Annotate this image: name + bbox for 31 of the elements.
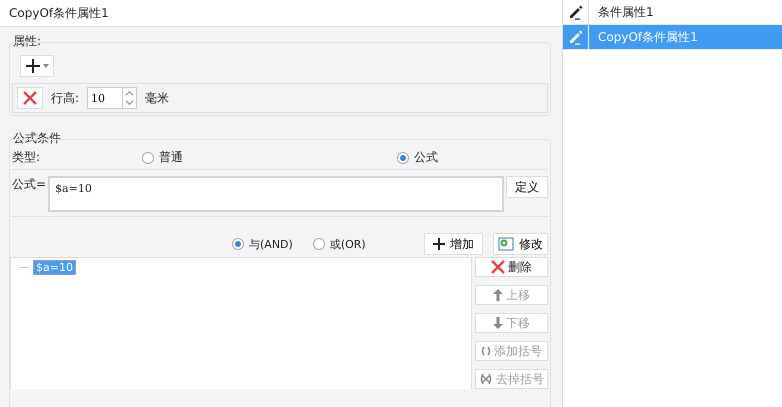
type-radio[interactable]: 普通 <box>142 149 397 166</box>
modify-button[interactable]: 修改 <box>493 233 548 255</box>
field-label: 公式= <box>12 176 46 193</box>
field-label: 类型: <box>12 149 42 166</box>
parentheses-icon <box>481 346 491 356</box>
spinner-arrows-icon[interactable] <box>123 87 138 109</box>
define-button[interactable]: 定义 <box>506 176 548 198</box>
remove-button[interactable] <box>17 87 43 109</box>
unit-label: 毫米 <box>145 90 170 106</box>
add-button[interactable]: 增加 <box>424 233 483 255</box>
close-icon <box>23 91 37 105</box>
add-dropdown-button[interactable] <box>20 55 54 77</box>
tree-line-icon <box>19 266 29 268</box>
caret-icon <box>43 64 49 68</box>
close-icon <box>491 260 505 274</box>
list-item[interactable]: 条件属性1 <box>563 0 782 25</box>
arrow-down-icon <box>493 317 503 329</box>
type-radio[interactable]: 公式 <box>397 149 548 166</box>
field-label: 行高: <box>51 90 80 106</box>
delete-button[interactable]: 删除 <box>475 257 548 277</box>
arrow-up-icon <box>493 289 503 301</box>
plus-icon <box>433 238 445 250</box>
panel-title: CopyOf条件属性1 <box>9 4 109 22</box>
pencil-icon <box>568 29 584 45</box>
number-field[interactable]: 10 <box>87 87 124 109</box>
formula-field[interactable]: $a=10 <box>48 176 504 212</box>
parentheses-cross-icon <box>479 373 493 385</box>
pencil-icon <box>568 4 584 20</box>
plus-icon <box>25 58 41 74</box>
logic-radio[interactable]: 或(OR) <box>312 236 366 252</box>
logic-radio[interactable]: 与(AND) <box>232 236 293 252</box>
